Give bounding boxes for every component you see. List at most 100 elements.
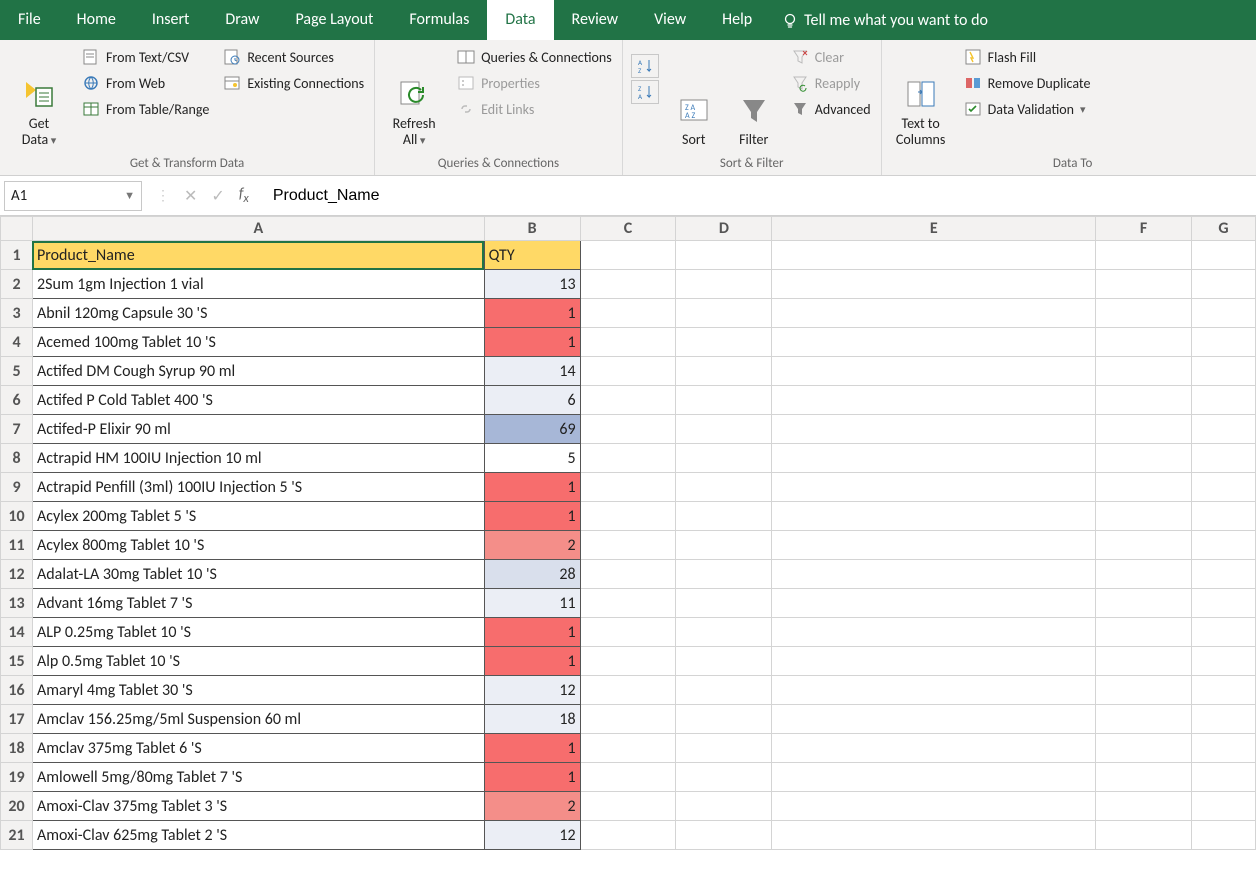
sort-descending-button[interactable]: ZA	[631, 80, 659, 104]
cell-B4[interactable]: 1	[484, 328, 580, 357]
cell-F2[interactable]	[1096, 270, 1192, 299]
cell-G17[interactable]	[1191, 705, 1255, 734]
cell-G16[interactable]	[1191, 676, 1255, 705]
cell-E10[interactable]	[772, 502, 1096, 531]
tab-data[interactable]: Data	[487, 0, 553, 40]
tab-formulas[interactable]: Formulas	[391, 0, 487, 40]
cell-C19[interactable]	[580, 763, 676, 792]
cell-C2[interactable]	[580, 270, 676, 299]
cell-A4[interactable]: Acemed 100mg Tablet 10 'S	[32, 328, 484, 357]
cell-D5[interactable]	[676, 357, 772, 386]
column-header-G[interactable]: G	[1191, 217, 1255, 241]
cell-D1[interactable]	[676, 241, 772, 270]
cell-F15[interactable]	[1096, 647, 1192, 676]
row-header-8[interactable]: 8	[1, 444, 33, 473]
cell-B9[interactable]: 1	[484, 473, 580, 502]
cell-F13[interactable]	[1096, 589, 1192, 618]
row-header-1[interactable]: 1	[1, 241, 33, 270]
spreadsheet-grid[interactable]: ABCDEFG1Product_NameQTY22Sum 1gm Injecti…	[0, 216, 1256, 850]
cell-C5[interactable]	[580, 357, 676, 386]
cell-E16[interactable]	[772, 676, 1096, 705]
cell-D9[interactable]	[676, 473, 772, 502]
cell-E14[interactable]	[772, 618, 1096, 647]
cell-D17[interactable]	[676, 705, 772, 734]
cell-C18[interactable]	[580, 734, 676, 763]
data-validation-button[interactable]: Data Validation	[962, 98, 1093, 120]
cell-F8[interactable]	[1096, 444, 1192, 473]
cell-F14[interactable]	[1096, 618, 1192, 647]
cell-B8[interactable]: 5	[484, 444, 580, 473]
name-box[interactable]: A1 ▼	[4, 181, 142, 211]
sort-button[interactable]: Z AA Z Sort	[669, 46, 719, 152]
formula-input[interactable]	[259, 181, 1256, 211]
cell-D15[interactable]	[676, 647, 772, 676]
cell-A14[interactable]: ALP 0.25mg Tablet 10 'S	[32, 618, 484, 647]
cell-D11[interactable]	[676, 531, 772, 560]
row-header-2[interactable]: 2	[1, 270, 33, 299]
cell-A11[interactable]: Acylex 800mg Tablet 10 'S	[32, 531, 484, 560]
cell-E9[interactable]	[772, 473, 1096, 502]
row-header-5[interactable]: 5	[1, 357, 33, 386]
cell-B13[interactable]: 11	[484, 589, 580, 618]
cell-G14[interactable]	[1191, 618, 1255, 647]
cell-F18[interactable]	[1096, 734, 1192, 763]
queries-connections-button[interactable]: Queries & Connections	[455, 46, 614, 68]
advanced-button[interactable]: Advanced	[789, 98, 873, 120]
cell-A16[interactable]: Amaryl 4mg Tablet 30 'S	[32, 676, 484, 705]
cell-E1[interactable]	[772, 241, 1096, 270]
row-header-7[interactable]: 7	[1, 415, 33, 444]
tab-home[interactable]: Home	[59, 0, 134, 40]
cell-C1[interactable]	[580, 241, 676, 270]
cell-B2[interactable]: 13	[484, 270, 580, 299]
cell-G9[interactable]	[1191, 473, 1255, 502]
row-header-16[interactable]: 16	[1, 676, 33, 705]
cell-E12[interactable]	[772, 560, 1096, 589]
refresh-all-button[interactable]: Refresh All	[383, 46, 445, 152]
cell-B10[interactable]: 1	[484, 502, 580, 531]
cell-D6[interactable]	[676, 386, 772, 415]
tab-view[interactable]: View	[636, 0, 704, 40]
cell-G8[interactable]	[1191, 444, 1255, 473]
cell-B11[interactable]: 2	[484, 531, 580, 560]
cell-F21[interactable]	[1096, 821, 1192, 850]
cell-E21[interactable]	[772, 821, 1096, 850]
cell-D13[interactable]	[676, 589, 772, 618]
cell-G15[interactable]	[1191, 647, 1255, 676]
cell-B6[interactable]: 6	[484, 386, 580, 415]
cell-A10[interactable]: Acylex 200mg Tablet 5 'S	[32, 502, 484, 531]
cell-C16[interactable]	[580, 676, 676, 705]
cell-A20[interactable]: Amoxi-Clav 375mg Tablet 3 'S	[32, 792, 484, 821]
row-header-19[interactable]: 19	[1, 763, 33, 792]
cell-G18[interactable]	[1191, 734, 1255, 763]
cell-A1[interactable]: Product_Name	[32, 241, 484, 270]
row-header-14[interactable]: 14	[1, 618, 33, 647]
cell-E13[interactable]	[772, 589, 1096, 618]
cell-E17[interactable]	[772, 705, 1096, 734]
cell-E3[interactable]	[772, 299, 1096, 328]
row-header-13[interactable]: 13	[1, 589, 33, 618]
cell-C21[interactable]	[580, 821, 676, 850]
cell-G1[interactable]	[1191, 241, 1255, 270]
row-header-15[interactable]: 15	[1, 647, 33, 676]
cell-B19[interactable]: 1	[484, 763, 580, 792]
cell-E11[interactable]	[772, 531, 1096, 560]
cell-E2[interactable]	[772, 270, 1096, 299]
column-header-D[interactable]: D	[676, 217, 772, 241]
cell-B16[interactable]: 12	[484, 676, 580, 705]
cell-D19[interactable]	[676, 763, 772, 792]
get-data-button[interactable]: Get Data	[8, 46, 70, 152]
cell-C6[interactable]	[580, 386, 676, 415]
from-web-button[interactable]: From Web	[80, 72, 211, 94]
cell-A6[interactable]: Actifed P Cold Tablet 400 'S	[32, 386, 484, 415]
cell-D14[interactable]	[676, 618, 772, 647]
cell-B14[interactable]: 1	[484, 618, 580, 647]
cell-F3[interactable]	[1096, 299, 1192, 328]
cell-D20[interactable]	[676, 792, 772, 821]
cell-A2[interactable]: 2Sum 1gm Injection 1 vial	[32, 270, 484, 299]
cell-D2[interactable]	[676, 270, 772, 299]
select-all-corner[interactable]	[1, 217, 33, 241]
cell-A19[interactable]: Amlowell 5mg/80mg Tablet 7 'S	[32, 763, 484, 792]
tell-me-box[interactable]: Tell me what you want to do	[770, 0, 1000, 40]
cell-B7[interactable]: 69	[484, 415, 580, 444]
cell-D16[interactable]	[676, 676, 772, 705]
